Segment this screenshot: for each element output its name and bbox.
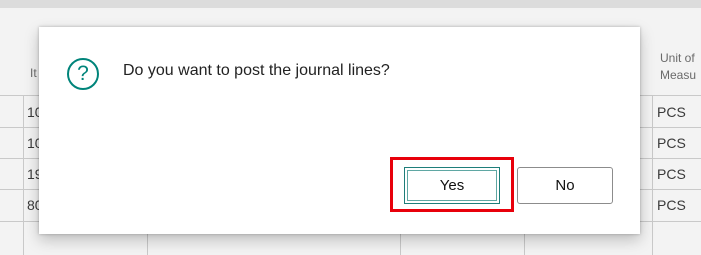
dialog-message: Do you want to post the journal lines? (123, 62, 390, 79)
unit-cell: PCS (657, 197, 686, 213)
background-top-strip (0, 0, 701, 8)
focus-ring (407, 170, 497, 201)
yes-button[interactable]: Yes (404, 167, 500, 204)
question-circle-icon: ? (67, 58, 99, 90)
column-divider (652, 95, 653, 255)
confirm-dialog: ? Do you want to post the journal lines?… (39, 27, 640, 234)
no-button[interactable]: No (517, 167, 613, 204)
no-button-label: No (555, 177, 575, 194)
unit-cell: PCS (657, 104, 686, 120)
left-column-header: It (30, 66, 37, 80)
unit-of-measure-header: Unit of Measu (660, 51, 697, 82)
unit-cell: PCS (657, 166, 686, 182)
unit-cell: PCS (657, 135, 686, 151)
column-divider (23, 95, 24, 255)
